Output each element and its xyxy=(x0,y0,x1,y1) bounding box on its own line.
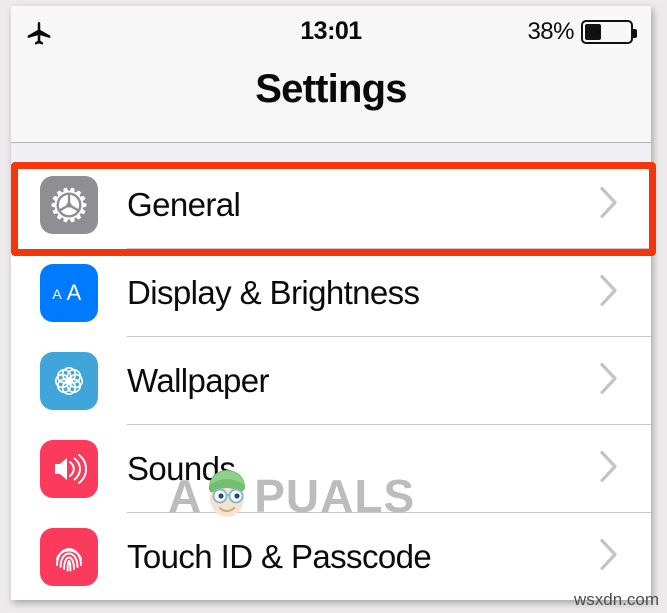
text-size-aa-icon: AA xyxy=(40,264,98,322)
chevron-right-icon xyxy=(599,362,619,401)
navigation-bar: Settings xyxy=(11,61,651,143)
status-bar: 13:01 38% xyxy=(11,6,651,61)
settings-row-label: Sounds xyxy=(127,450,236,487)
svg-text:A: A xyxy=(52,286,62,302)
source-domain-watermark: wsxdn.com xyxy=(573,590,659,609)
chevron-right-icon xyxy=(599,274,619,313)
svg-text:A: A xyxy=(67,280,82,305)
settings-row-label: General xyxy=(127,186,241,223)
settings-row-label: Wallpaper xyxy=(127,362,270,399)
screenshot-canvas: 13:01 38% Settings General A A Display & Br… xyxy=(0,0,667,613)
settings-row-touch-id-passcode[interactable]: Touch ID & Passcode xyxy=(11,513,651,600)
phone-screen: 13:01 38% Settings General A A Display & Br… xyxy=(11,6,651,600)
fingerprint-icon xyxy=(40,528,98,586)
gear-icon xyxy=(40,176,98,234)
battery-icon xyxy=(581,20,637,44)
settings-row-label: Touch ID & Passcode xyxy=(127,538,432,575)
settings-row-display-brightness[interactable]: A A Display & Brightness xyxy=(11,249,651,337)
settings-list: General A A Display & Brightness Wallpaper So… xyxy=(11,161,651,600)
settings-row-sounds[interactable]: Sounds xyxy=(11,425,651,513)
chevron-right-icon xyxy=(599,186,619,225)
battery-percent-label: 38% xyxy=(527,18,574,45)
settings-row-wallpaper[interactable]: Wallpaper xyxy=(11,337,651,425)
settings-row-label: Display & Brightness xyxy=(127,274,420,311)
settings-row-general[interactable]: General xyxy=(11,161,651,249)
chevron-right-icon xyxy=(599,538,619,577)
flower-rosette-icon xyxy=(40,352,98,410)
chevron-right-icon xyxy=(599,450,619,489)
status-battery-area: 38% xyxy=(527,18,637,46)
list-group-gap xyxy=(11,143,651,161)
page-title: Settings xyxy=(255,67,407,111)
speaker-volume-icon xyxy=(40,440,98,498)
